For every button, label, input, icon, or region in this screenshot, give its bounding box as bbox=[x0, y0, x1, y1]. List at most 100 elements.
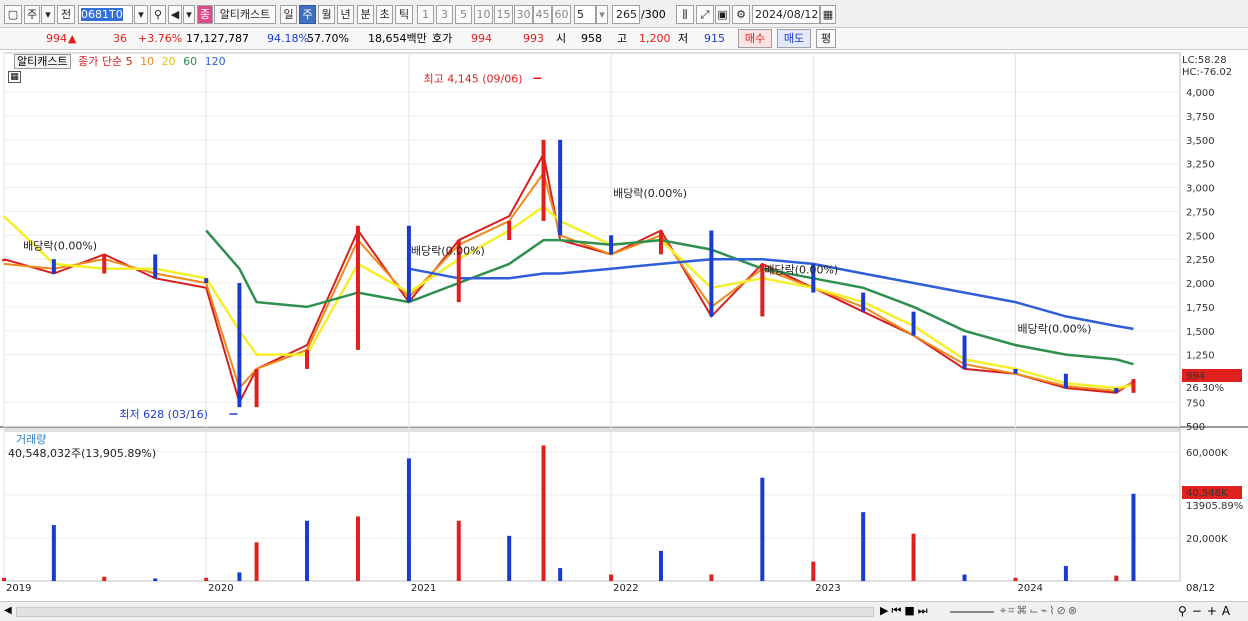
candle bbox=[355, 225, 360, 350]
sell-button[interactable]: 매도 bbox=[777, 29, 811, 48]
period-week[interactable]: 주 bbox=[299, 5, 316, 24]
search-icon[interactable]: ⚲ bbox=[150, 5, 166, 24]
scrollbar[interactable] bbox=[16, 607, 874, 617]
minute-dropdown-icon[interactable]: ▾ bbox=[596, 5, 608, 24]
lc-label: LC:58.28 bbox=[1182, 55, 1227, 66]
annotation-label: 최고 4,145 (09/06) bbox=[424, 72, 523, 85]
price-tick-label: 3,500 bbox=[1186, 136, 1215, 147]
volume-bar bbox=[558, 568, 563, 581]
zoom-tools[interactable]: ⚲−+A bbox=[1178, 604, 1235, 618]
candle bbox=[237, 283, 242, 408]
price-tick-label: 4,000 bbox=[1186, 88, 1215, 99]
volume-bar bbox=[709, 574, 714, 581]
candle bbox=[1013, 368, 1018, 374]
price-tick-label: 500 bbox=[1186, 422, 1205, 433]
volume-bar bbox=[911, 533, 916, 581]
window-icon[interactable]: ▢ bbox=[4, 5, 22, 24]
candle bbox=[709, 230, 714, 317]
scroll-left-icon[interactable]: ◀ bbox=[4, 605, 12, 616]
candle bbox=[204, 278, 209, 284]
candle bbox=[51, 259, 56, 274]
low: 915 bbox=[704, 32, 725, 45]
dividend-note: 배당락(0.00%) bbox=[411, 244, 485, 257]
volume-bar bbox=[541, 445, 546, 581]
toolbar: ▢ 주 ▾ 전 0681T0 ▾ ⚲ ◀ ▾ 종 알티캐스트 일 주 월 년 분… bbox=[0, 0, 1248, 28]
volume-bar bbox=[305, 520, 310, 581]
price-tag: 994 bbox=[1186, 371, 1205, 382]
volume-bar bbox=[1013, 577, 1018, 581]
dividend-note: 배당락(0.00%) bbox=[613, 187, 687, 200]
minute-30[interactable]: 30 bbox=[514, 5, 533, 24]
price-tick-label: 3,000 bbox=[1186, 184, 1215, 195]
chevron-down-icon[interactable]: ▾ bbox=[41, 5, 55, 24]
volume-bar bbox=[1131, 493, 1136, 581]
price-tick-label: 750 bbox=[1186, 398, 1205, 409]
candle bbox=[2, 259, 6, 262]
save-icon[interactable]: ▣ bbox=[715, 5, 730, 24]
price-tick-label: 3,750 bbox=[1186, 112, 1215, 123]
period-month[interactable]: 월 bbox=[318, 5, 335, 24]
zoom-slider[interactable] bbox=[950, 611, 994, 613]
candle bbox=[911, 311, 916, 336]
drawing-tools[interactable]: ⌖⌗⌘⌙⌁⌇⊘⊗ bbox=[1000, 604, 1079, 618]
x-tick-label: 2021 bbox=[411, 583, 436, 594]
minute-45[interactable]: 45 bbox=[533, 5, 552, 24]
volume-bar bbox=[507, 535, 512, 581]
minute-select[interactable]: 5 bbox=[574, 5, 596, 24]
stock-badge: 종 bbox=[197, 5, 213, 24]
minute-10[interactable]: 10 bbox=[474, 5, 493, 24]
minute-60[interactable]: 60 bbox=[552, 5, 571, 24]
change: 36 bbox=[113, 32, 127, 45]
speaker-dropdown-icon[interactable]: ▾ bbox=[183, 5, 195, 24]
volume-bar bbox=[861, 512, 866, 581]
candle bbox=[658, 230, 663, 255]
volume-value: 40,548,032주(13,905.89%) bbox=[8, 447, 156, 460]
period-tick[interactable]: 틱 bbox=[395, 5, 413, 24]
change-pct: +3.76% bbox=[138, 32, 183, 45]
nav-controls[interactable]: ▶⏮■⏭ bbox=[880, 604, 931, 618]
price: 994 bbox=[46, 32, 67, 45]
candle bbox=[558, 139, 563, 236]
speaker-icon[interactable]: ◀ bbox=[168, 5, 182, 24]
period-day[interactable]: 일 bbox=[280, 5, 297, 24]
minute-5[interactable]: 5 bbox=[455, 5, 472, 24]
period-sub-select[interactable]: 주 bbox=[24, 5, 40, 24]
code-input[interactable]: 0681T0 bbox=[78, 5, 133, 24]
gear-icon[interactable]: ⚙ bbox=[732, 5, 750, 24]
volume-bar bbox=[254, 542, 259, 581]
candle bbox=[254, 368, 259, 408]
code-text: 0681T0 bbox=[81, 8, 123, 21]
candle bbox=[507, 220, 512, 241]
period-year[interactable]: 년 bbox=[337, 5, 354, 24]
quote-bar: 994 ▲ 36 +3.76% 17,127,787 94.18% 57.70%… bbox=[0, 29, 1248, 50]
turnover: 57.70% bbox=[307, 32, 349, 45]
volume-bar bbox=[1114, 575, 1119, 581]
code-dropdown-icon[interactable]: ▾ bbox=[134, 5, 148, 24]
date-input[interactable]: 2024/08/12 bbox=[752, 5, 820, 24]
volume-bar bbox=[51, 525, 56, 581]
period-second[interactable]: 초 bbox=[376, 5, 393, 24]
stock-name[interactable]: 알티캐스트 bbox=[214, 5, 276, 24]
minute-1[interactable]: 1 bbox=[417, 5, 434, 24]
calendar-icon[interactable]: ▦ bbox=[820, 5, 836, 24]
period-sub2-button[interactable]: 전 bbox=[57, 5, 75, 24]
volume-bar bbox=[355, 516, 360, 581]
minute-3[interactable]: 3 bbox=[436, 5, 453, 24]
period-minute[interactable]: 분 bbox=[357, 5, 374, 24]
candle bbox=[1131, 379, 1136, 393]
volume-title: 거래량 bbox=[16, 433, 46, 446]
high-label: 고 bbox=[617, 32, 628, 45]
dividend-note: 배당락(0.00%) bbox=[23, 240, 97, 253]
minute-15[interactable]: 15 bbox=[494, 5, 513, 24]
indicator-icon[interactable]: ⤢ bbox=[696, 5, 714, 24]
volume-tick-label: 20,000K bbox=[1186, 534, 1228, 545]
candle-icon[interactable]: ⫼ bbox=[676, 5, 694, 24]
count-input[interactable]: 265 bbox=[612, 5, 640, 24]
volume-bar bbox=[456, 520, 461, 581]
open-label: 시 bbox=[556, 32, 567, 45]
x-tick-label: 2019 bbox=[6, 583, 31, 594]
eval-button[interactable]: 평 bbox=[816, 29, 836, 48]
buy-button[interactable]: 매수 bbox=[738, 29, 772, 48]
candle bbox=[102, 254, 107, 274]
volume-bar bbox=[102, 576, 107, 581]
